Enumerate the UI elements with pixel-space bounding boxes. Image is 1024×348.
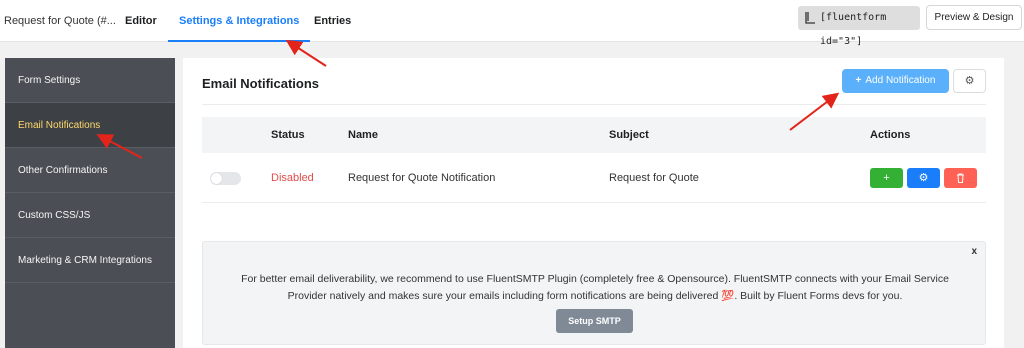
sidebar-item-marketing-crm[interactable]: Marketing & CRM Integrations xyxy=(5,238,175,283)
tab-editor[interactable]: Editor xyxy=(125,0,157,42)
setup-smtp-button[interactable]: Setup SMTP xyxy=(556,309,633,333)
status-badge: Disabled xyxy=(271,172,314,184)
sidebar-item-form-settings[interactable]: Form Settings xyxy=(5,58,175,103)
duplicate-button[interactable]: + xyxy=(870,168,903,188)
form-title[interactable]: Request for Quote (#... xyxy=(4,0,116,42)
shortcode-copy[interactable]: [fluentform id="3"] xyxy=(798,6,920,47)
table-row: Disabled Request for Quote Notification … xyxy=(202,153,986,203)
delete-button[interactable] xyxy=(944,168,977,188)
notification-name: Request for Quote Notification xyxy=(348,172,496,184)
shortcode-text: [fluentform id="3"] xyxy=(820,12,887,47)
column-status: Status xyxy=(271,129,305,141)
column-actions: Actions xyxy=(870,129,911,141)
tab-settings-integrations[interactable]: Settings & Integrations xyxy=(167,0,311,42)
tab-entries[interactable]: Entries xyxy=(314,0,351,42)
email-notifications-panel: Email Notifications + Add Notification ⚙ … xyxy=(183,58,1004,348)
edit-button[interactable]: ⚙ xyxy=(907,168,940,188)
close-icon[interactable]: x xyxy=(971,246,977,257)
gear-icon: ⚙ xyxy=(964,75,975,87)
page-title: Email Notifications xyxy=(202,76,320,91)
fluentsmtp-notice: x For better email deliverability, we re… xyxy=(202,241,986,345)
divider xyxy=(202,104,986,105)
add-notification-button[interactable]: + Add Notification xyxy=(842,69,949,93)
trash-icon xyxy=(957,173,964,183)
copy-icon xyxy=(805,12,815,24)
sidebar-item-custom-css-js[interactable]: Custom CSS/JS xyxy=(5,193,175,238)
add-notification-label: Add Notification xyxy=(865,75,936,86)
column-name: Name xyxy=(348,129,378,141)
notification-subject: Request for Quote xyxy=(609,172,699,184)
plus-icon: + xyxy=(855,75,862,86)
notice-text: For better email deliverability, we reco… xyxy=(241,273,949,302)
sidebar-item-other-confirmations[interactable]: Other Confirmations xyxy=(5,148,175,193)
preview-design-button[interactable]: Preview & Design xyxy=(926,5,1022,30)
notification-settings-button[interactable]: ⚙ xyxy=(953,69,986,93)
plus-icon: + xyxy=(883,172,890,184)
toggle-knob xyxy=(211,173,222,184)
top-nav-bar: Request for Quote (#... Editor Settings … xyxy=(0,0,1024,47)
table-header: Status Name Subject Actions xyxy=(202,117,986,153)
column-subject: Subject xyxy=(609,129,649,141)
settings-sidebar: Form Settings Email Notifications Other … xyxy=(5,58,175,348)
sidebar-item-email-notifications[interactable]: Email Notifications xyxy=(5,103,175,148)
notification-toggle[interactable] xyxy=(210,172,241,185)
gear-icon: ⚙ xyxy=(918,172,929,184)
